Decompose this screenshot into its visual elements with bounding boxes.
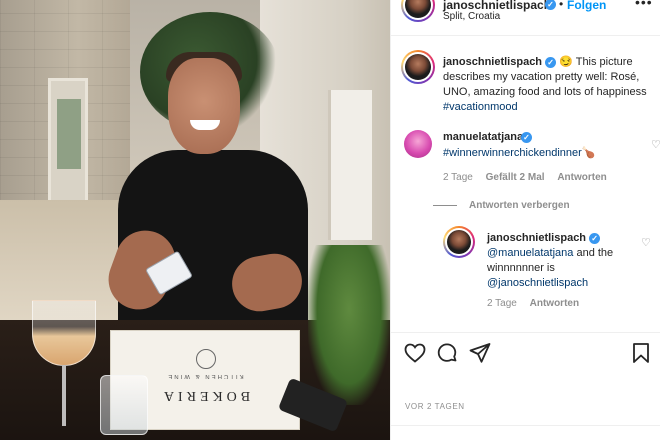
caption-emoji: 😏 — [559, 56, 573, 68]
comment-likes[interactable]: Gefällt 2 Mal — [486, 172, 545, 183]
potted-plant — [308, 245, 390, 405]
header-separator: • — [559, 0, 564, 11]
commenter-avatar[interactable] — [404, 130, 432, 158]
author-avatar[interactable] — [401, 0, 435, 22]
bookmark-icon[interactable] — [629, 341, 653, 365]
post-location[interactable]: Split, Croatia — [443, 11, 500, 22]
post-date[interactable]: VOR 2 TAGEN — [405, 402, 465, 411]
verified-badge-icon: ✓ — [521, 132, 532, 143]
caption-avatar[interactable] — [401, 50, 435, 84]
hide-replies-line — [433, 204, 457, 206]
reply-age[interactable]: 2 Tage — [487, 298, 517, 309]
verified-badge-icon: ✓ — [545, 0, 556, 10]
rose-wine-glass — [32, 300, 96, 366]
hide-replies-button[interactable]: Antworten verbergen — [433, 200, 570, 211]
caption-text-block: janoschnietlispach ✓ 😏 This picture desc… — [443, 55, 655, 115]
verified-badge-icon: ✓ — [589, 233, 601, 244]
post-action-bar — [391, 332, 660, 372]
reply-mention-manuelatatjana[interactable]: @manuelatatjana — [487, 247, 573, 259]
post-photo[interactable]: KITCHEN & WINE BOKERIA — [0, 0, 390, 440]
window-shutter — [328, 90, 372, 240]
door-window — [57, 99, 81, 169]
reply-text-block: janoschnietlispach ✓ @manuelatatjana and… — [487, 231, 657, 291]
more-options-icon[interactable]: ••• — [635, 0, 653, 10]
add-comment-bar[interactable] — [391, 425, 660, 440]
verified-badge-icon: ✓ — [545, 57, 557, 68]
caption-hashtag[interactable]: #vacationmood — [443, 101, 518, 113]
person-head — [168, 58, 240, 154]
reply-like-heart-icon[interactable]: ♡ — [641, 236, 651, 249]
drumstick-emoji: 🍗 — [581, 147, 596, 159]
comment-reply-button[interactable]: Antworten — [557, 172, 606, 183]
comment-age[interactable]: 2 Tage — [443, 172, 473, 183]
reply-username[interactable]: janoschnietlispach — [487, 232, 586, 244]
commenter-username[interactable]: manuelatatjana — [443, 131, 523, 143]
hide-replies-label: Antworten verbergen — [469, 200, 570, 211]
reply-mention-janoschnietlispach[interactable]: @janoschnietlispach — [487, 277, 588, 289]
shop-door — [48, 78, 88, 208]
comment-like-heart-icon[interactable]: ♡ — [651, 138, 660, 151]
post-sidebar: janoschnietlispach ✓ • Folgen Split, Cro… — [390, 0, 660, 440]
follow-button[interactable]: Folgen — [567, 0, 606, 12]
comment-text: #winnerwinnerchickendinner🍗 — [443, 146, 596, 159]
caption-username[interactable]: janoschnietlispach — [443, 56, 542, 68]
comment-meta: 2 Tage Gefällt 2 Mal Antworten — [443, 172, 617, 183]
wine-glass-stem — [62, 366, 66, 426]
comment-icon[interactable] — [435, 341, 459, 365]
share-icon[interactable] — [468, 341, 492, 365]
post-header: janoschnietlispach ✓ • Folgen Split, Cro… — [391, 0, 660, 36]
heart-icon[interactable] — [403, 341, 427, 365]
menu-logo — [196, 349, 216, 369]
comment-hashtag[interactable]: #winnerwinnerchickendinner — [443, 147, 582, 159]
reply-meta: 2 Tage Antworten — [487, 298, 589, 309]
water-glass — [100, 375, 148, 435]
reply-reply-button[interactable]: Antworten — [530, 298, 579, 309]
reply-avatar[interactable] — [443, 226, 475, 258]
